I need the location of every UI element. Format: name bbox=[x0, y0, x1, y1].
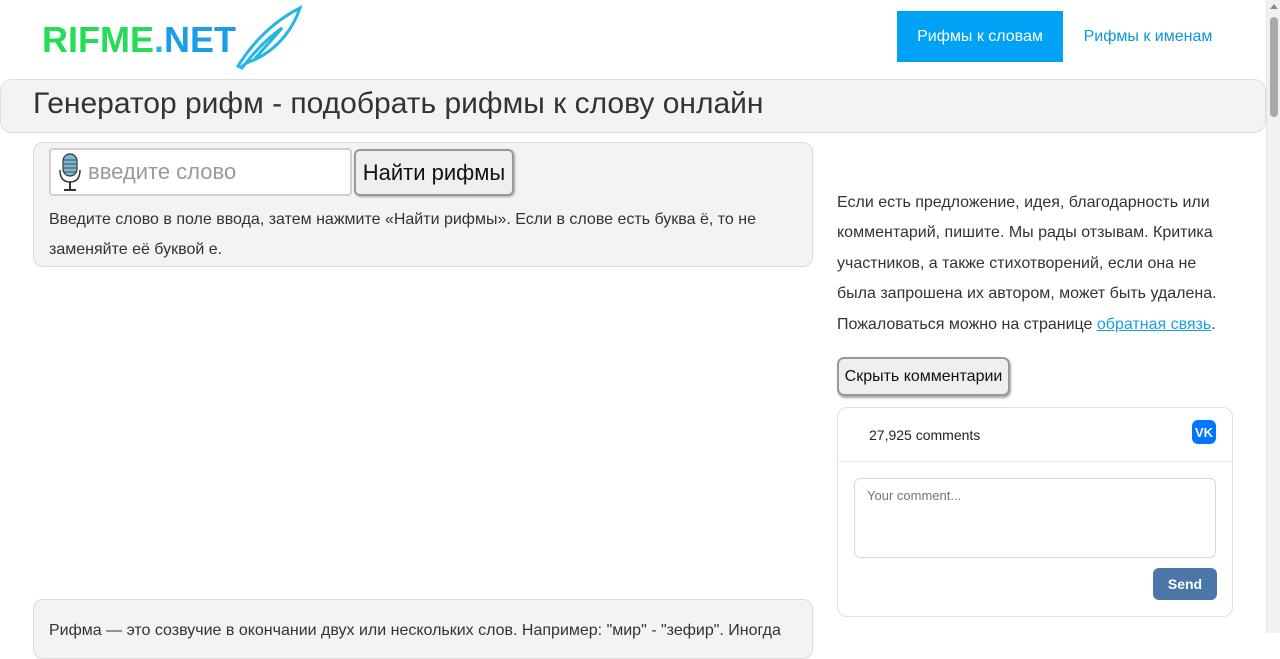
logo-net: NET bbox=[164, 19, 237, 60]
page-scrollbar[interactable] bbox=[1266, 0, 1280, 633]
microphone-icon[interactable] bbox=[55, 152, 85, 192]
nav-rhymes-to-words[interactable]: Рифмы к словам bbox=[897, 11, 1063, 62]
site-header: RIFME.NET Рифмы к словам Рифмы к именам bbox=[0, 0, 1266, 78]
comment-count: 27,925 comments bbox=[869, 427, 981, 443]
page-title: Генератор рифм - подобрать рифмы к слову… bbox=[33, 87, 764, 120]
comment-input[interactable] bbox=[854, 478, 1216, 558]
send-comment-button[interactable]: Send bbox=[1153, 568, 1217, 600]
logo-rifme: RIFME bbox=[42, 19, 154, 60]
search-field-wrap bbox=[49, 148, 352, 196]
find-rhymes-button[interactable]: Найти рифмы bbox=[354, 149, 514, 196]
vk-widget-header: 27,925 comments VK bbox=[838, 408, 1232, 462]
feedback-note: Если есть предложение, идея, благодарнос… bbox=[837, 188, 1232, 340]
definition-panel: Рифма — это созвучие в окончании двух ил… bbox=[33, 599, 813, 659]
search-help-text: Введите слово в поле ввода, затем нажмит… bbox=[49, 211, 756, 258]
search-input[interactable] bbox=[88, 159, 338, 185]
site-logo[interactable]: RIFME.NET bbox=[36, 4, 306, 70]
feedback-link[interactable]: обратная связь bbox=[1097, 316, 1211, 333]
search-panel: Найти рифмы Введите слово в поле ввода, … bbox=[33, 142, 813, 267]
logo-dot: . bbox=[154, 19, 165, 60]
definition-text: Рифма — это созвучие в окончании двух ил… bbox=[49, 622, 781, 639]
vk-comments-widget: 27,925 comments VK Send bbox=[837, 407, 1233, 617]
nav-rhymes-to-names[interactable]: Рифмы к именам bbox=[1070, 11, 1226, 62]
feather-icon bbox=[235, 5, 303, 70]
logo-text: RIFME.NET bbox=[36, 13, 236, 61]
scrollbar-thumb[interactable] bbox=[1270, 17, 1278, 117]
vk-logo-icon[interactable]: VK bbox=[1192, 420, 1216, 444]
feedback-note-end: . bbox=[1211, 315, 1216, 333]
title-bar: Генератор рифм - подобрать рифмы к слову… bbox=[0, 79, 1266, 133]
hide-comments-button[interactable]: Скрыть комментарии bbox=[837, 357, 1010, 396]
scroll-up-arrow-icon[interactable] bbox=[1270, 4, 1278, 9]
feedback-note-text: Если есть предложение, идея, благодарнос… bbox=[837, 194, 1217, 333]
